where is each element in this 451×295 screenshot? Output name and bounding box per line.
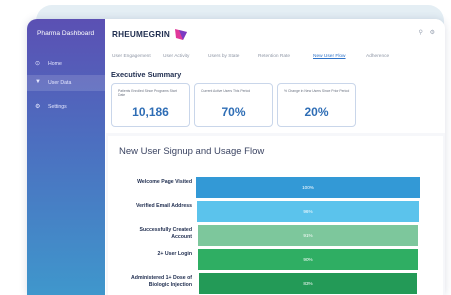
funnel-stage-label: Verified Email Address (135, 203, 192, 209)
kpi-value: 70% (221, 105, 246, 119)
funnel-stage-bar: 83% (199, 273, 417, 294)
app-window: Pharma Dashboard ⊙ Home ▼ User Data ⚙ Se… (27, 19, 445, 295)
tab-new-user-flow[interactable]: New User Flow (313, 54, 346, 59)
funnel-stage-bar: 90% (198, 249, 418, 270)
sidebar-item-home[interactable]: ⊙ Home (27, 56, 105, 72)
brand-mark-icon (175, 29, 187, 40)
filter-icon: ▼ (35, 79, 41, 85)
brand-name: RHEUMEGRIN (112, 30, 170, 39)
funnel-chart: New User Signup and Usage Flow Welcome P… (108, 136, 443, 295)
funnel-panel: New User Signup and Usage Flow Welcome P… (106, 133, 445, 295)
sidebar-item-label: Settings (48, 104, 67, 110)
tab-retention-rate[interactable]: Retention Rate (258, 54, 290, 59)
sidebar: Pharma Dashboard ⊙ Home ▼ User Data ⚙ Se… (27, 19, 105, 295)
tab-adherence[interactable]: Adherence (366, 54, 389, 59)
kpi-card-enrolled: Patients Enrolled Since Programs Start D… (111, 83, 190, 127)
section-title: Executive Summary (111, 70, 182, 79)
home-icon: ⊙ (35, 61, 41, 67)
kpi-label: Current Active Users This Period (201, 89, 251, 93)
funnel-stage-bar: 96% (196, 201, 420, 222)
funnel-stage-bar: 91% (197, 225, 419, 246)
settings-icon[interactable]: ⚙ (430, 30, 435, 36)
sidebar-title: Pharma Dashboard (37, 30, 95, 37)
tab-users-by-state[interactable]: Users by State (208, 54, 239, 59)
kpi-value: 10,186 (132, 105, 169, 119)
tab-user-engagement[interactable]: User Engagement (112, 54, 151, 59)
funnel-stage-label: Successfully Created Account (139, 227, 192, 240)
tab-user-activity[interactable]: User Activity (163, 54, 189, 59)
funnel-stage-label: Administered 1+ Dose of Biologic Injecti… (131, 275, 192, 288)
funnel-stage-label: Welcome Page Visited (137, 179, 192, 185)
kpi-card-active: Current Active Users This Period 70% (194, 83, 273, 127)
header-icons: ⚲ ⚙ (414, 29, 435, 36)
funnel-stage-label: 2+ User Login (157, 251, 192, 257)
main-content: RHEUMEGRIN ⚲ ⚙ User Engagement User Acti… (105, 19, 445, 295)
sidebar-item-settings[interactable]: ⚙ Settings (27, 99, 105, 115)
gear-icon: ⚙ (35, 104, 41, 110)
sidebar-item-label: User Data (48, 80, 72, 86)
sidebar-item-user-data[interactable]: ▼ User Data (27, 75, 105, 91)
kpi-value: 20% (304, 105, 329, 119)
kpi-label: Patients Enrolled Since Programs Start D… (118, 89, 177, 97)
funnel-title: New User Signup and Usage Flow (119, 146, 265, 157)
funnel-stage-bar: 100% (196, 177, 420, 198)
kpi-card-change: % Change in New Users Since Prior Period… (277, 83, 356, 127)
search-icon[interactable]: ⚲ (419, 30, 423, 36)
sidebar-item-label: Home (48, 61, 62, 67)
kpi-label: % Change in New Users Since Prior Period (284, 89, 350, 93)
